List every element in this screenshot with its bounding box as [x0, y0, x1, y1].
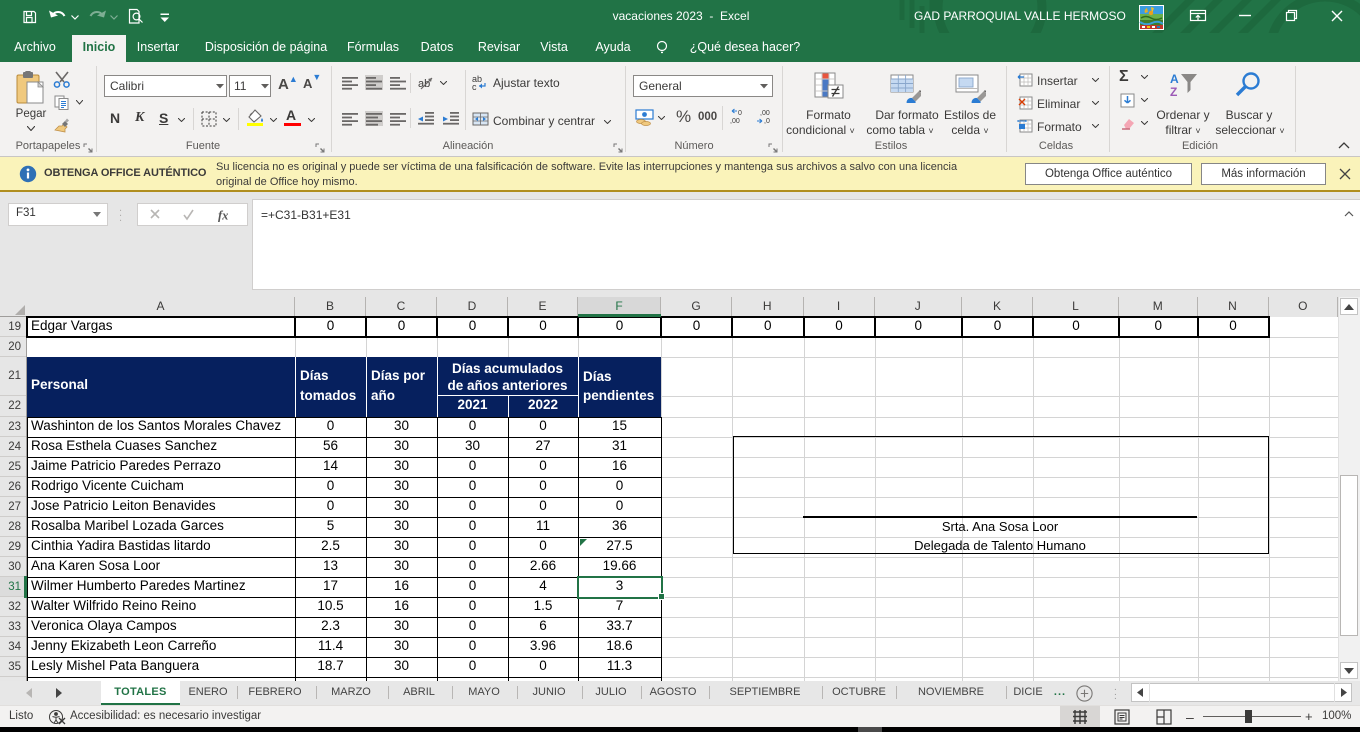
svg-text:fx: fx — [218, 209, 228, 223]
svg-text:A: A — [1170, 72, 1179, 86]
svg-text:ab: ab — [418, 78, 430, 90]
svg-text:,0: ,0 — [764, 118, 770, 125]
svg-text:0: 0 — [738, 110, 742, 117]
svg-text:,00: ,00 — [760, 110, 770, 117]
svg-text:,00: ,00 — [730, 118, 740, 125]
svg-text:Z: Z — [1170, 85, 1177, 99]
svg-text:c: c — [472, 82, 477, 90]
